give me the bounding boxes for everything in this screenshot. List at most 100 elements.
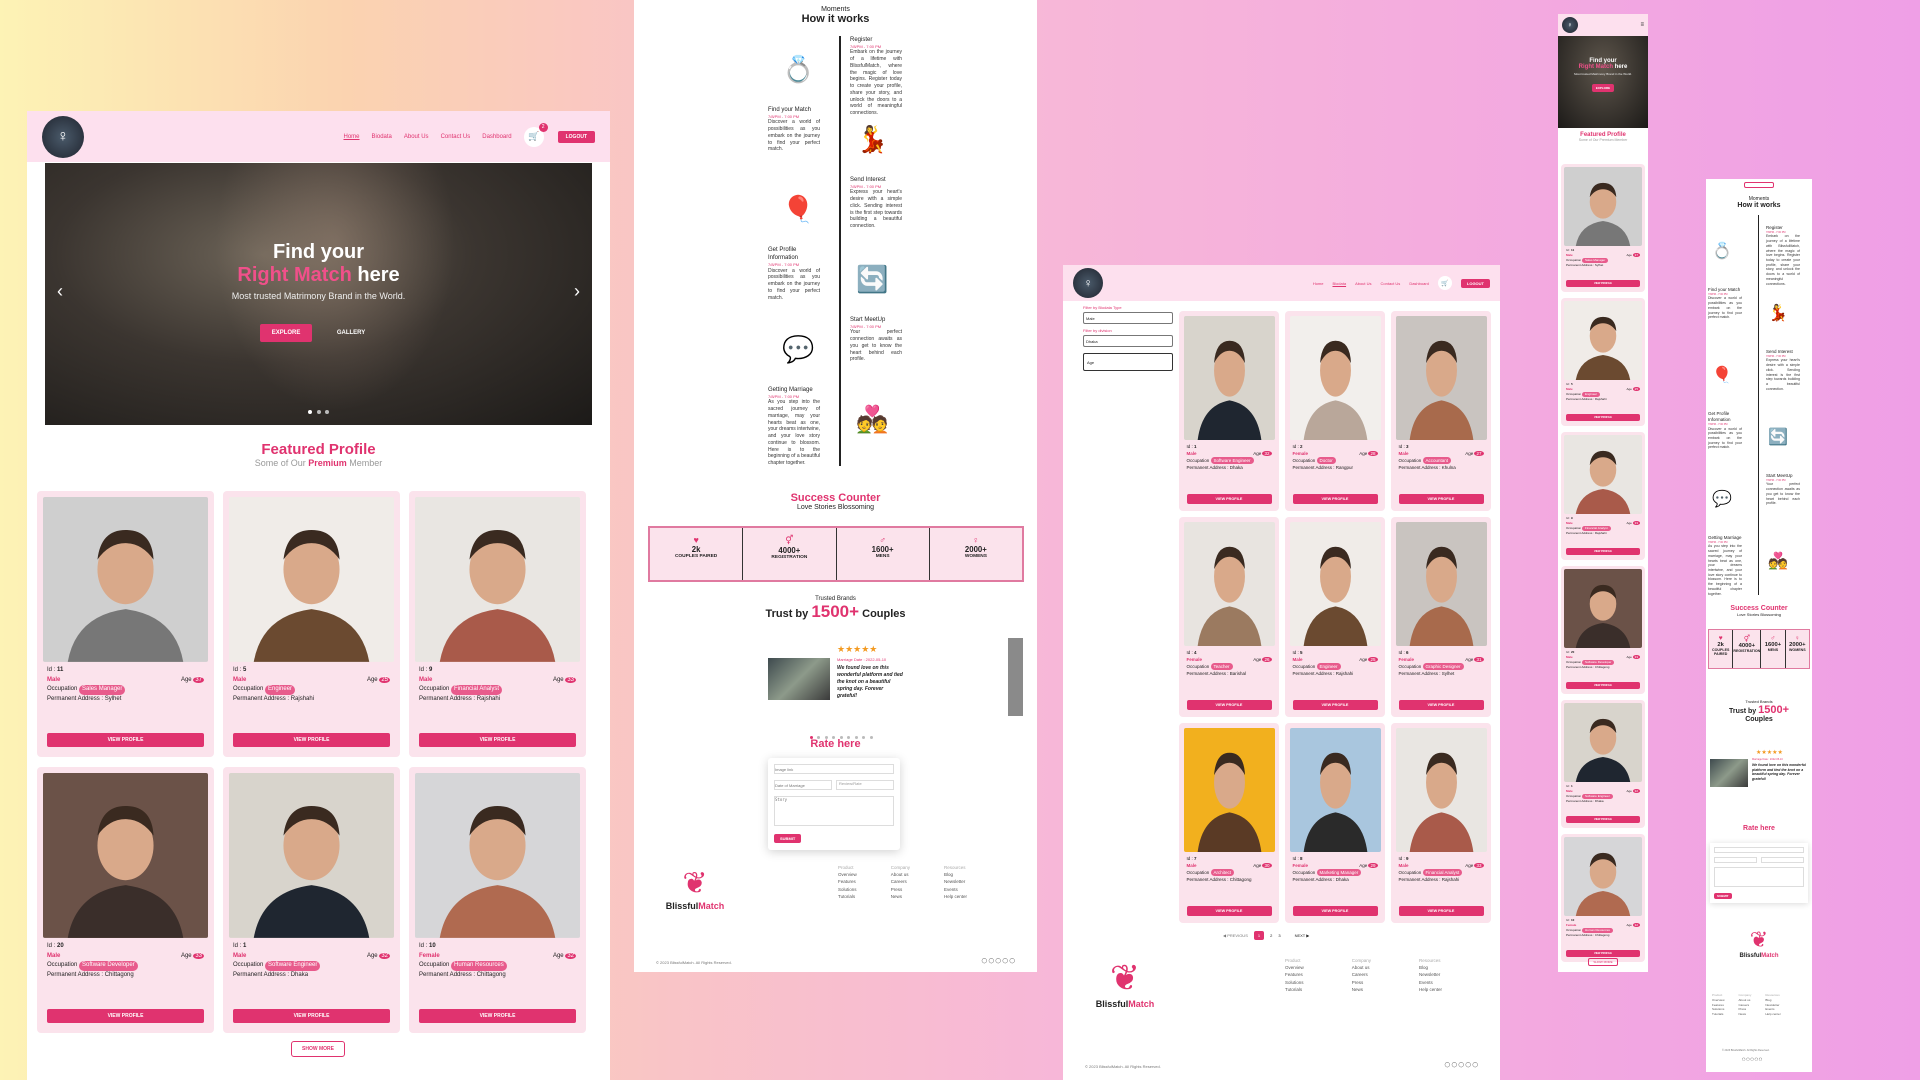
logout-button[interactable]: LOGOUT bbox=[557, 130, 595, 143]
mobile-rate-submit[interactable]: SUBMIT bbox=[1714, 893, 1732, 899]
pagination-prev[interactable]: ◀ PREVIOUS bbox=[1223, 933, 1248, 938]
footer-link[interactable]: Overview bbox=[838, 871, 857, 878]
footer-link[interactable]: Overview bbox=[1712, 998, 1725, 1003]
footer-link[interactable]: Overview bbox=[1285, 964, 1304, 971]
footer-link[interactable]: About us bbox=[1739, 998, 1752, 1003]
testimonial-scrollbar[interactable] bbox=[1008, 638, 1023, 716]
how-step-5: Start MeetUp 7/8/PM - 7:00 PM Your perfect… bbox=[850, 316, 902, 363]
footer-link[interactable]: Help center bbox=[1765, 1012, 1780, 1017]
nav-contact[interactable]: Contact Us bbox=[441, 134, 471, 140]
nav-home-2[interactable]: Home bbox=[1313, 281, 1324, 286]
footer-link[interactable]: Blog bbox=[1419, 964, 1442, 971]
footer-link[interactable]: News bbox=[1739, 1012, 1752, 1017]
footer-link[interactable]: Press bbox=[1352, 979, 1371, 986]
footer-socials[interactable]: ◯ ◯ ◯ ◯ ◯ bbox=[981, 958, 1015, 964]
nav-dashboard-2[interactable]: Dashboard bbox=[1409, 281, 1429, 286]
view-profile-button[interactable]: VIEW PROFILE bbox=[1398, 905, 1484, 916]
rate-date-input[interactable] bbox=[774, 780, 832, 790]
footer-link[interactable]: Newsletter bbox=[944, 878, 967, 885]
footer-link[interactable]: About us bbox=[1352, 964, 1371, 971]
view-profile-button[interactable]: VIEW PROFILE bbox=[1566, 548, 1640, 555]
mobile-rate-select[interactable] bbox=[1761, 857, 1804, 863]
footer-link[interactable]: Features bbox=[1285, 971, 1304, 978]
view-profile-button[interactable]: VIEW PROFILE bbox=[419, 733, 576, 747]
view-profile-button[interactable]: VIEW PROFILE bbox=[233, 1009, 390, 1023]
view-profile-button[interactable]: VIEW PROFILE bbox=[47, 733, 204, 747]
view-profile-button[interactable]: VIEW PROFILE bbox=[1398, 699, 1484, 710]
footer-link[interactable]: Help center bbox=[1419, 986, 1442, 993]
show-more-button[interactable]: SHOW MORE bbox=[291, 1041, 345, 1057]
gallery-button[interactable]: GALLERY bbox=[325, 324, 377, 342]
nav-home[interactable]: Home bbox=[344, 134, 360, 140]
page-3[interactable]: 3 bbox=[1278, 933, 1280, 938]
view-profile-button[interactable]: VIEW PROFILE bbox=[1186, 905, 1272, 916]
view-profile-button[interactable]: VIEW PROFILE bbox=[1186, 699, 1272, 710]
stat-icon: ⚥ bbox=[1743, 636, 1750, 644]
view-profile-button[interactable]: VIEW PROFILE bbox=[1566, 414, 1640, 421]
footer-link[interactable]: Solutions bbox=[1285, 979, 1304, 986]
filter-age-input[interactable]: Age bbox=[1083, 353, 1173, 371]
mobile-rate-date-input[interactable] bbox=[1714, 857, 1757, 863]
view-profile-button[interactable]: VIEW PROFILE bbox=[1398, 493, 1484, 504]
filter-division-select[interactable]: Dhaka bbox=[1083, 335, 1173, 347]
carousel-dots[interactable] bbox=[45, 401, 592, 419]
footer-link[interactable]: Help center bbox=[944, 893, 967, 900]
nav-biodata-2[interactable]: Biodata bbox=[1332, 281, 1346, 286]
nav-about[interactable]: About Us bbox=[404, 134, 429, 140]
footer-link[interactable]: Careers bbox=[1352, 971, 1371, 978]
rate-submit-button[interactable]: SUBMIT bbox=[774, 834, 802, 843]
footer-link[interactable]: Events bbox=[1419, 979, 1442, 986]
card-occupation: Financial Analyst bbox=[1422, 868, 1463, 877]
view-profile-button[interactable]: VIEW PROFILE bbox=[47, 1009, 204, 1023]
footer-link[interactable]: Solutions bbox=[838, 886, 857, 893]
brand-logo-2[interactable]: ♀ bbox=[1073, 268, 1103, 298]
view-profile-button[interactable]: VIEW PROFILE bbox=[1292, 493, 1378, 504]
mobile-explore-button[interactable]: EXPLORE bbox=[1591, 84, 1615, 92]
brand-logo[interactable]: ♀ bbox=[42, 115, 84, 158]
footer-link[interactable]: News bbox=[1352, 986, 1371, 993]
rate-select[interactable]: Review/Rate bbox=[836, 780, 894, 790]
footer-link[interactable]: Tutorials bbox=[1712, 1012, 1725, 1017]
mobile-top-button[interactable] bbox=[1744, 182, 1774, 188]
menu-icon[interactable]: ≡ bbox=[1640, 22, 1644, 28]
view-profile-button[interactable]: VIEW PROFILE bbox=[1186, 493, 1272, 504]
page-1[interactable]: 1 bbox=[1253, 931, 1265, 940]
footer-link[interactable]: About us bbox=[891, 871, 910, 878]
logout-button-2[interactable]: LOGOUT bbox=[1460, 278, 1490, 288]
view-profile-button[interactable]: VIEW PROFILE bbox=[1566, 950, 1640, 957]
view-profile-button[interactable]: VIEW PROFILE bbox=[1292, 905, 1378, 916]
mobile-rate-story[interactable] bbox=[1714, 867, 1804, 887]
mobile-rate-image-input[interactable] bbox=[1714, 847, 1804, 853]
filter-type-select[interactable]: Male bbox=[1083, 312, 1173, 324]
footer-link[interactable]: News bbox=[891, 893, 910, 900]
cart-icon[interactable]: 🛒 2 bbox=[523, 122, 548, 147]
rate-image-input[interactable] bbox=[774, 764, 894, 774]
view-profile-button[interactable]: VIEW PROFILE bbox=[1292, 699, 1378, 710]
footer-link[interactable]: Features bbox=[838, 878, 857, 885]
view-profile-button[interactable]: VIEW PROFILE bbox=[1566, 280, 1640, 287]
nav-dashboard[interactable]: Dashboard bbox=[482, 134, 511, 140]
view-profile-button[interactable]: VIEW PROFILE bbox=[419, 1009, 576, 1023]
footer-link[interactable]: Events bbox=[944, 886, 967, 893]
mobile-show-more-button[interactable]: SHOW MORE bbox=[1588, 958, 1618, 966]
brand-logo-4[interactable]: ♀ bbox=[1562, 17, 1578, 33]
cart-icon-2[interactable]: 🛒 bbox=[1437, 276, 1452, 290]
page-2[interactable]: 2 bbox=[1270, 933, 1272, 938]
rate-story-input[interactable] bbox=[774, 796, 894, 826]
footer-link[interactable]: Blog bbox=[944, 871, 967, 878]
footer-link[interactable]: Careers bbox=[891, 878, 910, 885]
pagination-next[interactable]: NEXT ▶ bbox=[1295, 933, 1310, 938]
view-profile-button[interactable]: VIEW PROFILE bbox=[1566, 682, 1640, 689]
nav-contact-2[interactable]: Contact Us bbox=[1381, 281, 1401, 286]
nav-about-2[interactable]: About Us bbox=[1355, 281, 1371, 286]
view-profile-button[interactable]: VIEW PROFILE bbox=[1566, 816, 1640, 823]
nav-biodata[interactable]: Biodata bbox=[372, 134, 392, 140]
footer-socials-3[interactable]: ◯ ◯ ◯ ◯ ◯ bbox=[1444, 1062, 1478, 1068]
footer-link[interactable]: Tutorials bbox=[838, 893, 857, 900]
footer-link[interactable]: Newsletter bbox=[1419, 971, 1442, 978]
explore-button[interactable]: EXPLORE bbox=[259, 324, 313, 342]
footer-link[interactable]: Tutorials bbox=[1285, 986, 1304, 993]
view-profile-button[interactable]: VIEW PROFILE bbox=[233, 733, 390, 747]
footer-link[interactable]: Press bbox=[891, 886, 910, 893]
mobile-footer-socials[interactable]: ◯ ◯ ◯ ◯ ◯ bbox=[1742, 1057, 1762, 1061]
